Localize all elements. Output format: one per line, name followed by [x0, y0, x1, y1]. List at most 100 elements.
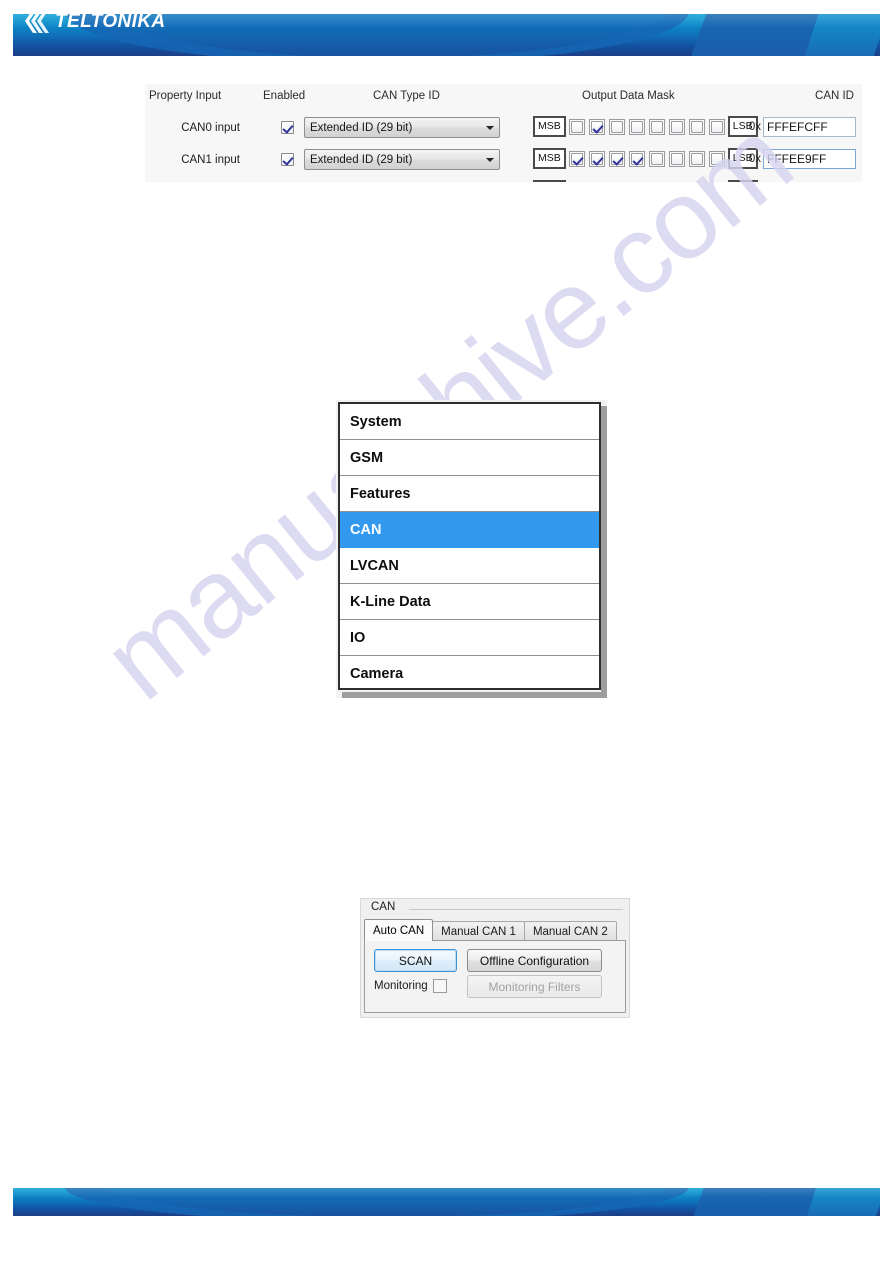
menu-item-label: System: [350, 413, 402, 430]
menu-item-label: LVCAN: [350, 557, 399, 574]
enabled-checkbox[interactable]: [281, 153, 294, 166]
menu-item-camera[interactable]: Camera: [340, 656, 599, 688]
mask-bit-state: [590, 120, 603, 133]
configuration-menu-screenshot: System GSM Features CAN LVCAN K-Line Data IO Ca…: [336, 400, 607, 698]
can-property-label: CAN1 input: [181, 154, 240, 166]
menu-item-label: K-Line Data: [350, 593, 431, 610]
enabled-cell: [281, 121, 294, 137]
mask-bit-state: [670, 120, 683, 133]
column-header-can-type-id: CAN Type ID: [373, 90, 440, 102]
lsb-label: LSB: [727, 180, 758, 182]
menu-item-features[interactable]: Features: [340, 476, 599, 512]
mask-bit-state: [630, 152, 643, 165]
column-header-property-input: Property Input: [149, 90, 222, 102]
chevrons-icon: [25, 9, 49, 33]
menu-item-lvcan[interactable]: LVCAN: [340, 548, 599, 584]
logo-wordmark: TELTONIKA: [55, 10, 166, 32]
tab-label: Manual CAN 2: [532, 925, 608, 938]
mask-bit-state: [690, 120, 703, 133]
monitoring-filters-button[interactable]: Monitoring Filters: [467, 975, 602, 998]
mask-bit-checkbox[interactable]: [568, 150, 585, 167]
footer-banner: [13, 1188, 880, 1216]
mask-bit-state: [690, 152, 703, 165]
teltonika-logo: TELTONIKA: [24, 8, 166, 34]
can-property-screenshot: Property Input Enabled CAN Type ID Outpu…: [145, 84, 862, 182]
can-property-row-clipped: MSB LSB: [145, 178, 862, 182]
enabled-cell: [281, 153, 294, 169]
document-page: TELTONIKA manualshive.com Property Input…: [0, 0, 893, 1263]
tab-label: Auto CAN: [373, 924, 425, 937]
menu-item-system[interactable]: System: [340, 404, 599, 440]
mask-bit-checkbox[interactable]: [668, 150, 685, 167]
menu-item-io[interactable]: IO: [340, 620, 599, 656]
can-type-id-dropdown[interactable]: Extended ID (29 bit): [304, 117, 500, 138]
mask-bit-checkbox[interactable]: [628, 150, 645, 167]
can-id-input[interactable]: FFFEE9FF: [763, 149, 856, 169]
group-box-label: CAN: [368, 901, 399, 913]
can-property-label: CAN0 input: [181, 122, 240, 134]
mask-bit-checkbox[interactable]: [668, 118, 685, 135]
menu-item-label: IO: [350, 629, 366, 646]
can-property-header: Property Input Enabled CAN Type ID Outpu…: [145, 90, 862, 106]
mask-bit-checkbox[interactable]: [648, 118, 665, 135]
tab-manual-can-1[interactable]: Manual CAN 1: [432, 921, 525, 941]
msb-label: MSB: [533, 116, 566, 137]
can-type-id-dropdown[interactable]: Extended ID (29 bit): [304, 149, 500, 170]
menu-item-label: Features: [350, 485, 411, 502]
monitoring-row: Monitoring: [374, 979, 447, 993]
can-id-cell: 0x FFFEFCFF: [749, 117, 856, 137]
mask-bit-checkbox[interactable]: [608, 150, 625, 167]
mask-bit-state: [710, 152, 723, 165]
mask-bit-checkbox[interactable]: [708, 118, 725, 135]
mask-bit-checkbox[interactable]: [648, 150, 665, 167]
can-type-id-value: Extended ID (29 bit): [310, 121, 413, 134]
can-tabstrip[interactable]: Auto CAN Manual CAN 1 Manual CAN 2: [364, 919, 626, 941]
output-data-mask: MSBLSB: [533, 148, 758, 169]
scan-button[interactable]: SCAN: [374, 949, 457, 972]
offline-configuration-button[interactable]: Offline Configuration: [467, 949, 602, 972]
chevron-down-icon: [481, 157, 499, 162]
msb-label: MSB: [533, 180, 566, 182]
can-id-input[interactable]: FFFEFCFF: [763, 117, 856, 137]
can-tab-body: SCAN Offline Configuration Monitoring Mo…: [364, 940, 626, 1013]
monitoring-label: Monitoring: [374, 980, 428, 992]
menu-item-gsm[interactable]: GSM: [340, 440, 599, 476]
output-data-mask: MSB LSB: [533, 180, 758, 182]
column-header-can-id: CAN ID: [815, 90, 854, 102]
menu-shadow-right: [601, 406, 607, 698]
tab-label: Manual CAN 1: [441, 925, 516, 938]
monitoring-checkbox[interactable]: [432, 979, 447, 993]
can-id-cell: 0x FFFEE9FF: [749, 149, 856, 169]
menu-item-can[interactable]: CAN: [340, 512, 599, 548]
column-header-output-data-mask: Output Data Mask: [582, 90, 675, 102]
mask-bit-checkbox[interactable]: [588, 150, 605, 167]
menu-list[interactable]: System GSM Features CAN LVCAN K-Line Data IO Ca…: [338, 402, 601, 690]
menu-shadow-bottom: [342, 692, 607, 698]
mask-bit-checkbox[interactable]: [688, 150, 705, 167]
menu-item-label: GSM: [350, 449, 384, 466]
msb-label: MSB: [533, 148, 566, 169]
mask-bit-state: [610, 120, 623, 133]
mask-bit-checkbox[interactable]: [628, 118, 645, 135]
mask-bit-checkbox[interactable]: [688, 118, 705, 135]
mask-bit-checkbox[interactable]: [608, 118, 625, 135]
column-header-enabled: Enabled: [263, 90, 306, 102]
mask-bit-state: [570, 120, 583, 133]
menu-item-label: Camera: [350, 665, 404, 682]
mask-bit-checkbox[interactable]: [708, 150, 725, 167]
output-data-mask: MSBLSB: [533, 116, 758, 137]
mask-bit-state: [710, 120, 723, 133]
mask-bit-checkbox[interactable]: [568, 118, 585, 135]
can-type-id-value: Extended ID (29 bit): [310, 153, 413, 166]
mask-bit-state: [610, 152, 623, 165]
mask-bit-state: [670, 152, 683, 165]
tab-auto-can[interactable]: Auto CAN: [364, 919, 434, 941]
can-tab-panel-screenshot: CAN Auto CAN Manual CAN 1 Manual CAN 2 SCA…: [360, 898, 630, 1018]
mask-bit-state: [650, 152, 663, 165]
mask-bit-state: [630, 120, 643, 133]
hex-prefix-label: 0x: [748, 153, 761, 165]
tab-manual-can-2[interactable]: Manual CAN 2: [523, 921, 617, 941]
enabled-checkbox[interactable]: [281, 121, 294, 134]
menu-item-k-line-data[interactable]: K-Line Data: [340, 584, 599, 620]
mask-bit-checkbox[interactable]: [588, 118, 605, 135]
